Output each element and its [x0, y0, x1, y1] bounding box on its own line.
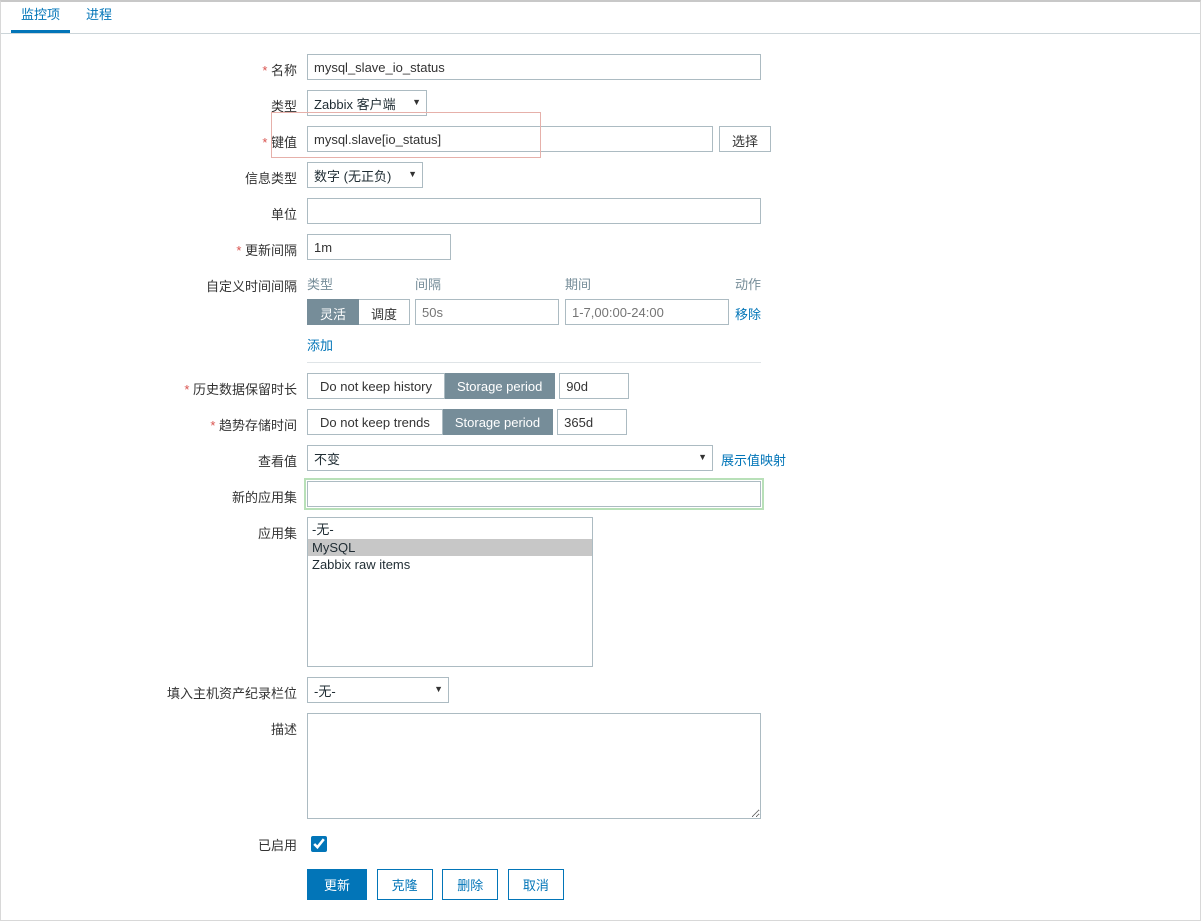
label-apps: 应用集: [11, 517, 307, 542]
label-showvalue: 查看值: [11, 445, 307, 470]
ci-flex-button[interactable]: 灵活: [307, 299, 359, 325]
label-custom-intervals: 自定义时间间隔: [11, 270, 307, 295]
ci-th-period: 期间: [565, 270, 735, 299]
label-trend: 趋势存储时间: [11, 409, 307, 434]
trend-nokeep-button[interactable]: Do not keep trends: [307, 409, 443, 435]
ci-th-type: 类型: [307, 270, 415, 299]
units-input[interactable]: [307, 198, 761, 224]
table-row: 灵活 调度 移除: [307, 299, 769, 325]
infotype-select[interactable]: 数字 (无正负): [307, 162, 423, 188]
custom-interval-table: 类型 间隔 期间 动作 灵活 调度: [307, 270, 769, 325]
ci-sched-button[interactable]: 调度: [359, 299, 410, 325]
list-item[interactable]: Zabbix raw items: [308, 556, 592, 573]
ci-th-action: 动作: [735, 270, 769, 299]
history-value-input[interactable]: [559, 373, 629, 399]
ci-th-interval: 间隔: [415, 270, 565, 299]
description-textarea[interactable]: [307, 713, 761, 819]
enabled-checkbox[interactable]: [311, 836, 327, 852]
label-update-interval: 更新间隔: [11, 234, 307, 259]
list-item[interactable]: MySQL: [308, 539, 592, 556]
key-input[interactable]: [307, 126, 713, 152]
name-input[interactable]: [307, 54, 761, 80]
tab-bar: 监控项 进程: [1, 2, 1200, 34]
ci-interval-input[interactable]: [415, 299, 559, 325]
history-nokeep-button[interactable]: Do not keep history: [307, 373, 445, 399]
label-inventory: 填入主机资产纪录栏位: [11, 677, 307, 702]
tab-item-process[interactable]: 进程: [76, 0, 122, 33]
label-key: 键值: [11, 126, 307, 151]
newapp-input[interactable]: [307, 481, 761, 507]
ci-period-input[interactable]: [565, 299, 729, 325]
update-interval-input[interactable]: [307, 234, 451, 260]
key-select-button[interactable]: 选择: [719, 126, 771, 152]
apps-listbox[interactable]: -无- MySQL Zabbix raw items: [307, 517, 593, 667]
list-item[interactable]: -无-: [308, 518, 592, 539]
label-name: 名称: [11, 54, 307, 79]
tab-item-monitor[interactable]: 监控项: [11, 0, 70, 33]
showvalue-mapping-link[interactable]: 展示值映射: [721, 445, 786, 469]
trend-value-input[interactable]: [557, 409, 627, 435]
label-units: 单位: [11, 198, 307, 223]
trend-storage-button[interactable]: Storage period: [443, 409, 553, 435]
history-storage-button[interactable]: Storage period: [445, 373, 555, 399]
ci-remove-link[interactable]: 移除: [735, 307, 761, 322]
ci-add-link[interactable]: 添加: [307, 338, 333, 353]
label-newapp: 新的应用集: [11, 481, 307, 506]
label-type: 类型: [11, 90, 307, 115]
label-history: 历史数据保留时长: [11, 373, 307, 398]
label-enabled: 已启用: [11, 829, 307, 854]
showvalue-select[interactable]: 不变: [307, 445, 713, 471]
type-select[interactable]: Zabbix 客户端: [307, 90, 427, 116]
inventory-select[interactable]: -无-: [307, 677, 449, 703]
label-infotype: 信息类型: [11, 162, 307, 187]
label-description: 描述: [11, 713, 307, 738]
